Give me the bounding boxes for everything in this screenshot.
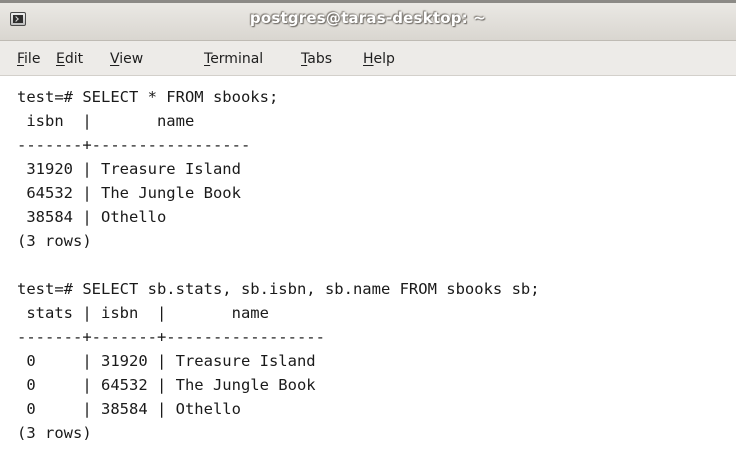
terminal-line: (3 rows) (17, 232, 92, 250)
menu-tabs[interactable]: Tabs (301, 41, 332, 76)
terminal-line: 0 | 38584 | Othello (17, 400, 241, 418)
menu-terminal-label: erminal (210, 51, 264, 67)
menu-bar: File Edit View Terminal Tabs Help (0, 41, 736, 76)
terminal-line: test=# SELECT * FROM sbooks; (17, 88, 279, 106)
menu-terminal[interactable]: Terminal (204, 41, 263, 76)
terminal-line: (3 rows) (17, 424, 92, 442)
menu-tabs-label: abs (307, 51, 332, 67)
menu-edit[interactable]: Edit (56, 41, 83, 76)
menu-view-label: iew (119, 51, 144, 67)
menu-help[interactable]: Help (363, 41, 395, 76)
menu-help-label: elp (373, 51, 395, 67)
menu-edit-mnemonic: E (56, 51, 65, 67)
terminal-line: 31920 | Treasure Island (17, 160, 241, 178)
terminal-line: 0 | 31920 | Treasure Island (17, 352, 316, 370)
terminal-line: -------+----------------- (17, 136, 251, 154)
menu-view-mnemonic: V (110, 51, 120, 67)
menu-file[interactable]: File (17, 41, 40, 76)
menu-view[interactable]: View (110, 41, 143, 76)
terminal-line: 0 | 64532 | The Jungle Book (17, 376, 316, 394)
terminal-line: 64532 | The Jungle Book (17, 184, 241, 202)
window-title: postgres@taras-desktop: ~ (249, 9, 487, 27)
terminal-line: -------+-------+----------------- (17, 328, 325, 346)
menu-help-mnemonic: H (363, 51, 374, 67)
terminal-line: isbn | name (17, 112, 195, 130)
terminal-line: 38584 | Othello (17, 208, 167, 226)
terminal-window: postgres@taras-desktop: ~ File Edit View… (0, 0, 736, 465)
terminal-line: test=# SELECT sb.stats, sb.isbn, sb.name… (17, 280, 540, 298)
terminal-output[interactable]: test=# SELECT * FROM sbooks; isbn | name… (0, 77, 736, 465)
menu-file-mnemonic: F (17, 51, 25, 67)
menu-file-label: ile (24, 51, 41, 67)
menu-edit-label: dit (64, 51, 84, 67)
title-bar[interactable]: postgres@taras-desktop: ~ (0, 0, 736, 41)
terminal-line: stats | isbn | name (17, 304, 269, 322)
